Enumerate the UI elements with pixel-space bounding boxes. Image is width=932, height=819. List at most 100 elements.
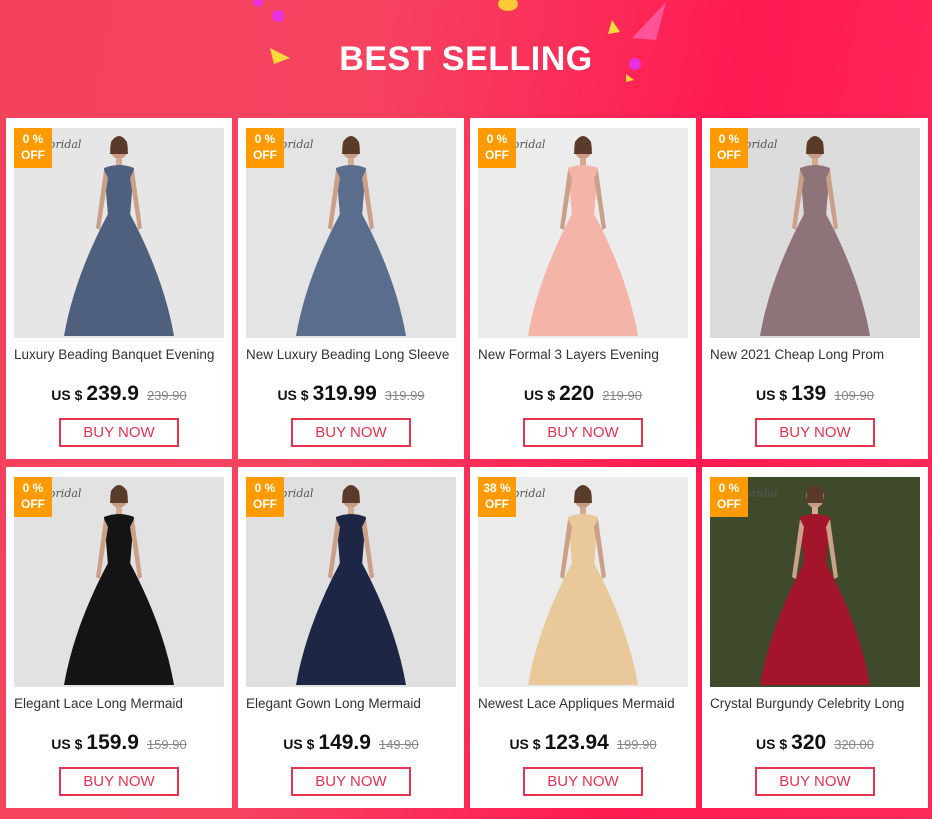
buy-now-button[interactable]: BUY NOW: [523, 767, 643, 796]
product-card[interactable]: ebridal 0 % OFF Luxury Beading Banquet E…: [6, 118, 232, 459]
product-name[interactable]: Crystal Burgundy Celebrity Long: [710, 696, 922, 711]
product-card[interactable]: ebridal 0 % OFF Elegant Lace Long Mermai…: [6, 467, 232, 808]
model-hair: [806, 485, 824, 503]
discount-off-label: OFF: [21, 148, 45, 162]
product-card[interactable]: ebridal 0 % OFF Elegant Gown Long Mermai…: [238, 467, 464, 808]
discount-badge: 38 % OFF: [478, 477, 516, 517]
price-row: US $220 219.90: [470, 382, 696, 406]
original-price: 319.99: [384, 388, 425, 403]
discount-badge: 0 % OFF: [710, 477, 748, 517]
price-row: US $319.99 319.99: [238, 382, 464, 406]
currency-label: US $: [51, 736, 83, 752]
discount-percent: 0 %: [718, 481, 740, 495]
model-hair: [110, 136, 128, 154]
model-neck: [580, 158, 586, 166]
product-name[interactable]: New Luxury Beading Long Sleeve: [246, 347, 458, 362]
buy-now-button[interactable]: BUY NOW: [59, 418, 179, 447]
dress-skirt: [296, 214, 406, 336]
dress-skirt: [760, 563, 870, 685]
product-grid: ebridal 0 % OFF Luxury Beading Banquet E…: [6, 118, 928, 808]
product-name[interactable]: Newest Lace Appliques Mermaid: [478, 696, 690, 711]
product-name[interactable]: Elegant Gown Long Mermaid: [246, 696, 458, 711]
buy-now-button[interactable]: BUY NOW: [291, 767, 411, 796]
model-hair: [110, 485, 128, 503]
price-row: US $139 109.90: [702, 382, 928, 406]
discount-off-label: OFF: [253, 497, 277, 511]
currency-label: US $: [756, 736, 788, 752]
original-price: 239.90: [146, 388, 187, 403]
buy-now-button[interactable]: BUY NOW: [291, 418, 411, 447]
model-hair: [574, 136, 592, 154]
product-image[interactable]: ebridal 0 % OFF: [14, 477, 224, 687]
buy-now-button[interactable]: BUY NOW: [755, 418, 875, 447]
product-image[interactable]: ebridal 0 % OFF: [14, 128, 224, 338]
discount-badge: 0 % OFF: [14, 128, 52, 168]
model-hair: [342, 485, 360, 503]
model-hair: [342, 136, 360, 154]
discount-percent: 0 %: [254, 132, 276, 146]
discount-off-label: OFF: [717, 497, 741, 511]
currency-label: US $: [509, 736, 541, 752]
buy-now-button[interactable]: BUY NOW: [755, 767, 875, 796]
dress-bodice: [104, 165, 134, 216]
dress-bodice: [336, 514, 366, 565]
product-card[interactable]: ebridal 0 % OFF New Formal 3 Layers Even…: [470, 118, 696, 459]
dress-skirt: [64, 214, 174, 336]
product-card[interactable]: ebridal 38 % OFF Newest Lace Appliques M…: [470, 467, 696, 808]
sale-price: 159.9: [86, 731, 139, 754]
currency-label: US $: [283, 736, 315, 752]
product-image[interactable]: ebridal 0 % OFF: [246, 128, 456, 338]
model-hair: [574, 485, 592, 503]
discount-percent: 0 %: [22, 132, 44, 146]
dress-skirt: [528, 563, 638, 685]
buy-now-button[interactable]: BUY NOW: [523, 418, 643, 447]
discount-badge: 0 % OFF: [246, 477, 284, 517]
original-price: 149.90: [378, 737, 419, 752]
discount-badge: 0 % OFF: [246, 128, 284, 168]
product-image[interactable]: ebridal 0 % OFF: [710, 128, 920, 338]
product-name[interactable]: Elegant Lace Long Mermaid: [14, 696, 226, 711]
sale-price: 239.9: [86, 382, 139, 405]
discount-percent: 38 %: [483, 481, 511, 495]
dress-bodice: [104, 514, 134, 565]
product-card[interactable]: ebridal 0 % OFF Crystal Burgundy Celebri…: [702, 467, 928, 808]
discount-percent: 0 %: [254, 481, 276, 495]
currency-label: US $: [524, 387, 556, 403]
discount-off-label: OFF: [717, 148, 741, 162]
product-image[interactable]: ebridal 38 % OFF: [478, 477, 688, 687]
product-card[interactable]: ebridal 0 % OFF New Luxury Beading Long …: [238, 118, 464, 459]
dress-skirt: [528, 214, 638, 336]
discount-off-label: OFF: [21, 497, 45, 511]
buy-now-button[interactable]: BUY NOW: [59, 767, 179, 796]
model-neck: [580, 507, 586, 515]
sale-price: 220: [559, 382, 595, 405]
currency-label: US $: [756, 387, 788, 403]
price-row: US $149.9 149.90: [238, 731, 464, 755]
sale-price: 149.9: [318, 731, 371, 754]
discount-badge: 0 % OFF: [478, 128, 516, 168]
discount-badge: 0 % OFF: [710, 128, 748, 168]
original-price: 320.00: [834, 737, 874, 752]
model-neck: [348, 158, 354, 166]
original-price: 199.90: [616, 737, 657, 752]
original-price: 219.90: [602, 388, 642, 403]
price-row: US $320 320.00: [702, 731, 928, 755]
dress-skirt: [296, 563, 406, 685]
dress-bodice: [336, 165, 366, 216]
price-row: US $159.9 159.90: [6, 731, 232, 755]
discount-off-label: OFF: [485, 497, 509, 511]
original-price: 109.90: [834, 388, 874, 403]
currency-label: US $: [51, 387, 83, 403]
product-image[interactable]: ebridal 0 % OFF: [710, 477, 920, 687]
currency-label: US $: [277, 387, 309, 403]
product-image[interactable]: ebridal 0 % OFF: [478, 128, 688, 338]
model-neck: [116, 158, 122, 166]
page-title: BEST SELLING: [339, 40, 593, 78]
product-name[interactable]: New 2021 Cheap Long Prom: [710, 347, 922, 362]
product-name[interactable]: New Formal 3 Layers Evening: [478, 347, 690, 362]
discount-badge: 0 % OFF: [14, 477, 52, 517]
product-image[interactable]: ebridal 0 % OFF: [246, 477, 456, 687]
product-card[interactable]: ebridal 0 % OFF New 2021 Cheap Long Prom…: [702, 118, 928, 459]
discount-percent: 0 %: [486, 132, 508, 146]
product-name[interactable]: Luxury Beading Banquet Evening: [14, 347, 226, 362]
